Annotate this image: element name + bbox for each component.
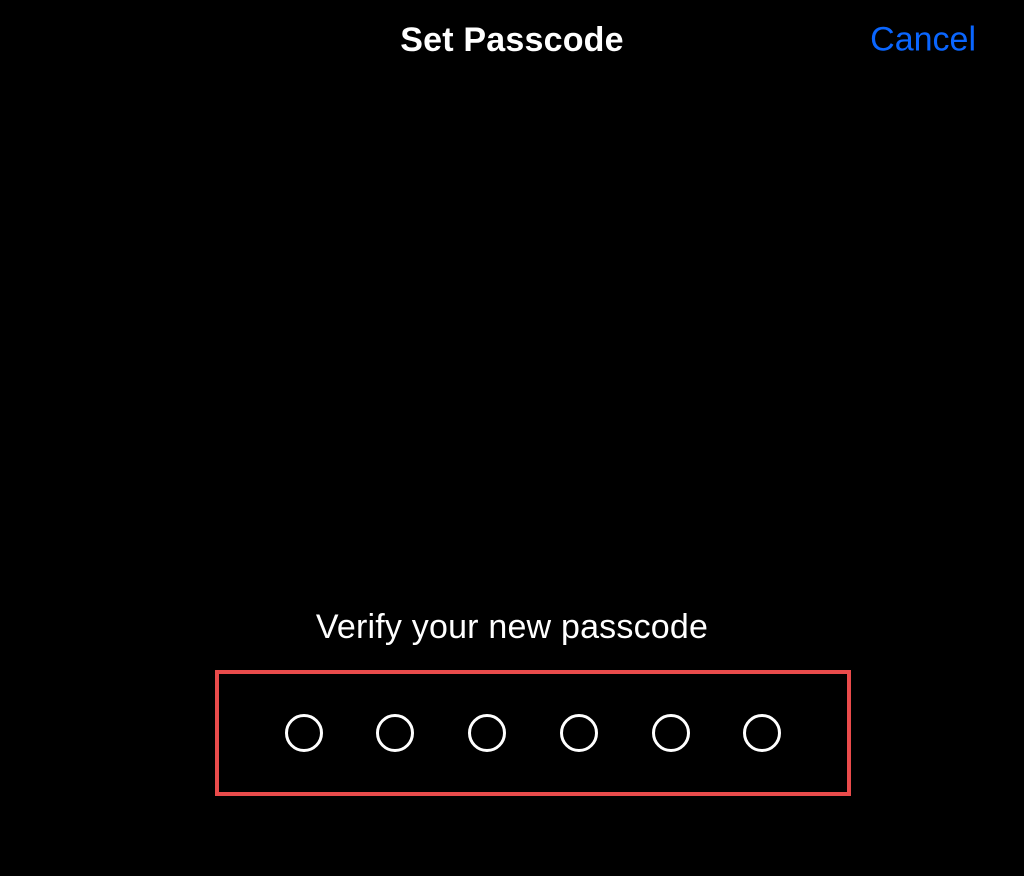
passcode-dot-4 bbox=[560, 714, 598, 752]
cancel-button[interactable]: Cancel bbox=[870, 21, 976, 60]
passcode-dot-1 bbox=[285, 714, 323, 752]
passcode-dot-3 bbox=[468, 714, 506, 752]
passcode-dot-2 bbox=[376, 714, 414, 752]
passcode-input[interactable] bbox=[215, 670, 851, 796]
passcode-prompt: Verify your new passcode bbox=[0, 608, 1024, 647]
passcode-dot-5 bbox=[652, 714, 690, 752]
page-title: Set Passcode bbox=[400, 21, 624, 60]
passcode-dot-6 bbox=[743, 714, 781, 752]
header-bar: Set Passcode Cancel bbox=[0, 0, 1024, 80]
